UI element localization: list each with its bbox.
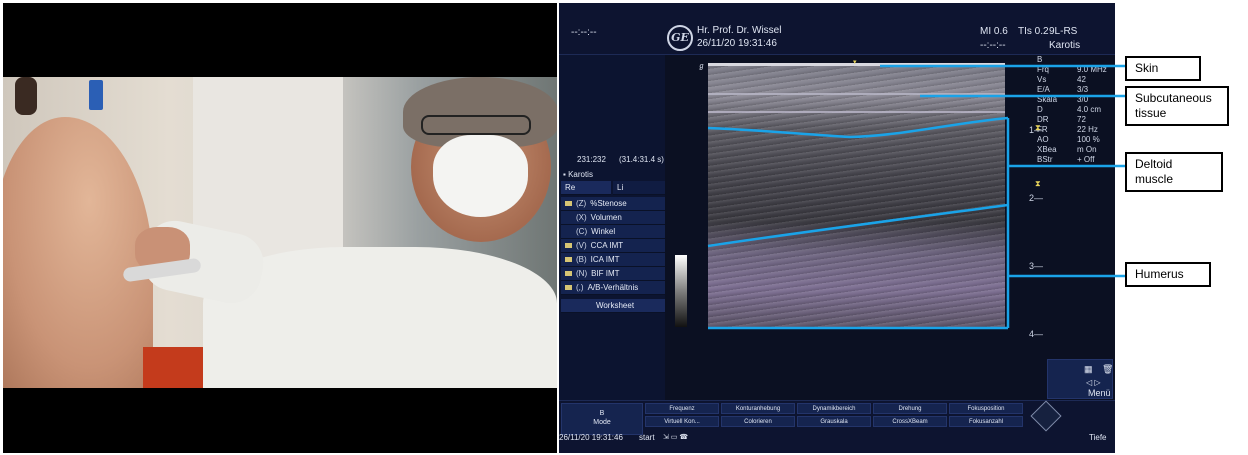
fascia-echo <box>708 93 1005 95</box>
footer-datetime: 26/11/20 19:31:46 <box>559 433 623 442</box>
focus-marker-icon: ▾ <box>853 59 857 66</box>
grid-icon[interactable]: ▦ <box>1084 364 1093 375</box>
menu-item-shortcut: (B) <box>576 254 587 264</box>
soft-key-top[interactable]: Dynamikbereich <box>797 403 871 414</box>
menu-item-label: A/B-Verhältnis <box>587 282 639 292</box>
menu-item[interactable]: (C) Winkel <box>561 225 665 239</box>
preset-item-label: Karotis <box>568 170 593 179</box>
focus-zone-icon: ⧗ <box>1035 123 1041 132</box>
menu-item[interactable]: (B) ICA IMT <box>561 253 665 267</box>
soft-key-bottom[interactable]: Fokusanzahl <box>949 416 1023 427</box>
status-icons: ⇲ ▭ ☎ <box>663 434 689 441</box>
menu-item-label: %Stenose <box>590 198 627 208</box>
menu-item-label: ICA IMT <box>590 254 620 264</box>
menu-item-label: BIF IMT <box>591 268 620 278</box>
parameter-value: 9.0 MHz <box>1077 65 1107 74</box>
soft-key-bottom[interactable]: Grauskala <box>797 416 871 427</box>
arrows-icon[interactable]: ◁ ▷ <box>1086 378 1101 387</box>
menu-item[interactable]: (V) CCA IMT <box>561 239 665 253</box>
doctor-glasses <box>421 115 531 135</box>
header-time-right: --:--:-- <box>980 40 1006 51</box>
header-tis: TIs 0.2 <box>1018 26 1049 37</box>
header-doctor: Hr. Prof. Dr. Wissel <box>697 25 782 36</box>
preset-item[interactable]: ▪ Karotis <box>563 170 593 179</box>
folder-icon <box>565 243 572 248</box>
patient-shoulder <box>3 117 153 388</box>
menu-item[interactable]: (N) BIF IMT <box>561 267 665 281</box>
menu-item-shortcut: (,) <box>576 282 584 292</box>
orientation-marker-icon: ℊ <box>698 63 705 70</box>
soft-key-bottom[interactable]: CrossXBeam <box>873 416 947 427</box>
fascia-echo-2 <box>708 111 1005 113</box>
menu-label[interactable]: Menü <box>1088 388 1111 398</box>
menu-item-shortcut: (Z) <box>576 198 587 208</box>
parameter-value: 3/3 <box>1077 85 1089 94</box>
tab-re[interactable]: Re <box>561 181 611 195</box>
menu-item-label: Volumen <box>590 212 622 222</box>
soft-key-top[interactable]: Drehung <box>873 403 947 414</box>
parameter-value: m On <box>1077 145 1097 154</box>
cine-duration: (31.4:31.4 s) <box>619 155 664 164</box>
parameter-value: 22 Hz <box>1077 125 1098 134</box>
header-preset: Karotis <box>1049 40 1081 51</box>
header-time-left: --:--:-- <box>571 27 597 38</box>
annotation-subcutaneous: Subcutaneous tissue <box>1125 86 1229 126</box>
folder-icon <box>565 257 572 262</box>
soft-key-bottom[interactable]: Virtuell Kon... <box>645 416 719 427</box>
clinical-photo <box>3 77 557 388</box>
parameter-value: 42 <box>1077 75 1086 84</box>
folder-icon <box>565 271 572 276</box>
soft-key-bottom[interactable]: Colorieren <box>721 416 795 427</box>
header-datetime: 26/11/20 19:31:46 <box>697 38 777 49</box>
ultrasound-header: --:--:-- GE Hr. Prof. Dr. Wissel 26/11/2… <box>559 3 1115 55</box>
menu-item-shortcut: (N) <box>576 268 588 278</box>
annotation-skin: Skin <box>1125 56 1201 81</box>
ultrasound-image <box>708 63 1005 328</box>
menu-item-label: Winkel <box>591 226 616 236</box>
focus-position-icon: ⧗ <box>1035 179 1041 188</box>
menu-panel[interactable]: ▦ 🗑 ◁ ▷ Menü <box>1047 359 1113 399</box>
measurement-menu: (Z) %Stenose (X) Volumen (C) Winkel (V) CCA IMT… <box>561 197 665 295</box>
ultrasound-screen: --:--:-- GE Hr. Prof. Dr. Wissel 26/11/2… <box>559 3 1115 453</box>
start-button[interactable]: start <box>639 433 655 442</box>
doctor-ffp2-mask <box>433 135 528 217</box>
parameter-value: 72 <box>1077 115 1086 124</box>
photo-blue-dispenser <box>89 80 103 110</box>
tiefe-label[interactable]: Tiefe <box>1089 433 1107 442</box>
menu-item-shortcut: (X) <box>576 212 587 222</box>
menu-item-label: CCA IMT <box>590 240 624 250</box>
menu-item-shortcut: (V) <box>576 240 587 250</box>
trash-icon[interactable]: 🗑 <box>1102 364 1113 375</box>
ge-logo-icon: GE <box>667 25 693 51</box>
header-mi: MI 0.6 <box>980 26 1008 37</box>
depth-mark: 4— <box>1029 329 1044 339</box>
menu-item[interactable]: (X) Volumen <box>561 211 665 225</box>
soft-key-top[interactable]: Konturanhebung <box>721 403 795 414</box>
parameter-value: + Off <box>1077 155 1095 164</box>
menu-item-shortcut: (C) <box>576 226 588 236</box>
frame-counter: 231:232 <box>577 155 606 164</box>
soft-key-top[interactable]: Fokusposition <box>949 403 1023 414</box>
soft-key-top[interactable]: Frequenz <box>645 403 719 414</box>
parameter-value: 4.0 cm <box>1077 105 1102 114</box>
b-mode-button[interactable]: B Mode <box>561 403 643 435</box>
menu-item[interactable]: (Z) %Stenose <box>561 197 665 211</box>
annotation-humerus: Humerus <box>1125 262 1211 287</box>
parameter-value: 100 % <box>1077 135 1100 144</box>
annotation-deltoid: Deltoid muscle <box>1125 152 1223 192</box>
depth-mark: 2— <box>1029 193 1044 203</box>
tab-li[interactable]: Li <box>613 181 665 195</box>
grayscale-bar <box>675 255 687 327</box>
folder-icon <box>565 285 572 290</box>
soft-key-bar: B Mode Frequenz Virtuell Kon... Konturanhe… <box>559 400 1115 453</box>
parameter-value: 3/0 <box>1077 95 1089 104</box>
menu-item[interactable]: (,) A/B-Verhältnis <box>561 281 665 295</box>
clinical-photo-panel <box>3 3 557 453</box>
worksheet-button[interactable]: Worksheet <box>561 299 665 313</box>
depth-mark: 3— <box>1029 261 1044 271</box>
patient-hair <box>15 77 37 115</box>
header-probe: 9L-RS <box>1049 26 1078 37</box>
folder-icon <box>565 201 572 206</box>
depth-scale: 1— 2— 3— 4— <box>1029 63 1049 339</box>
